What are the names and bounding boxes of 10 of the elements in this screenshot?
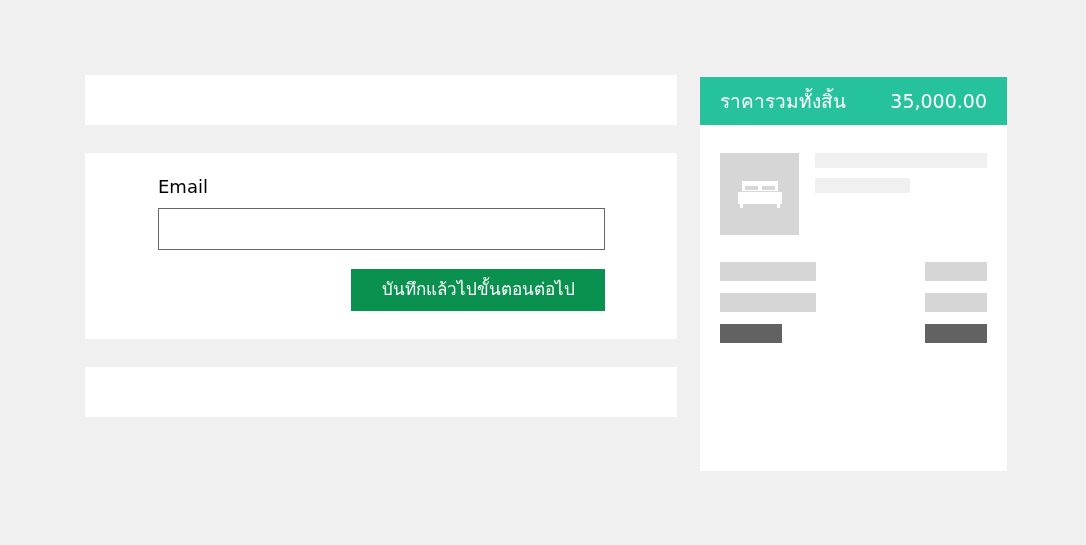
bed-icon — [736, 179, 783, 209]
placeholder-bar — [720, 324, 782, 343]
placeholder-bar — [925, 293, 987, 312]
email-field[interactable] — [158, 208, 605, 250]
email-label: Email — [158, 175, 209, 199]
total-value: 35,000.00 — [890, 88, 987, 114]
placeholder-bar — [925, 324, 987, 343]
save-next-button[interactable]: บันทึกแล้วไปขั้นตอนต่อไป — [351, 269, 605, 311]
total-label: ราคารวมทั้งสิ้น — [720, 87, 846, 114]
placeholder-bar — [925, 262, 987, 281]
